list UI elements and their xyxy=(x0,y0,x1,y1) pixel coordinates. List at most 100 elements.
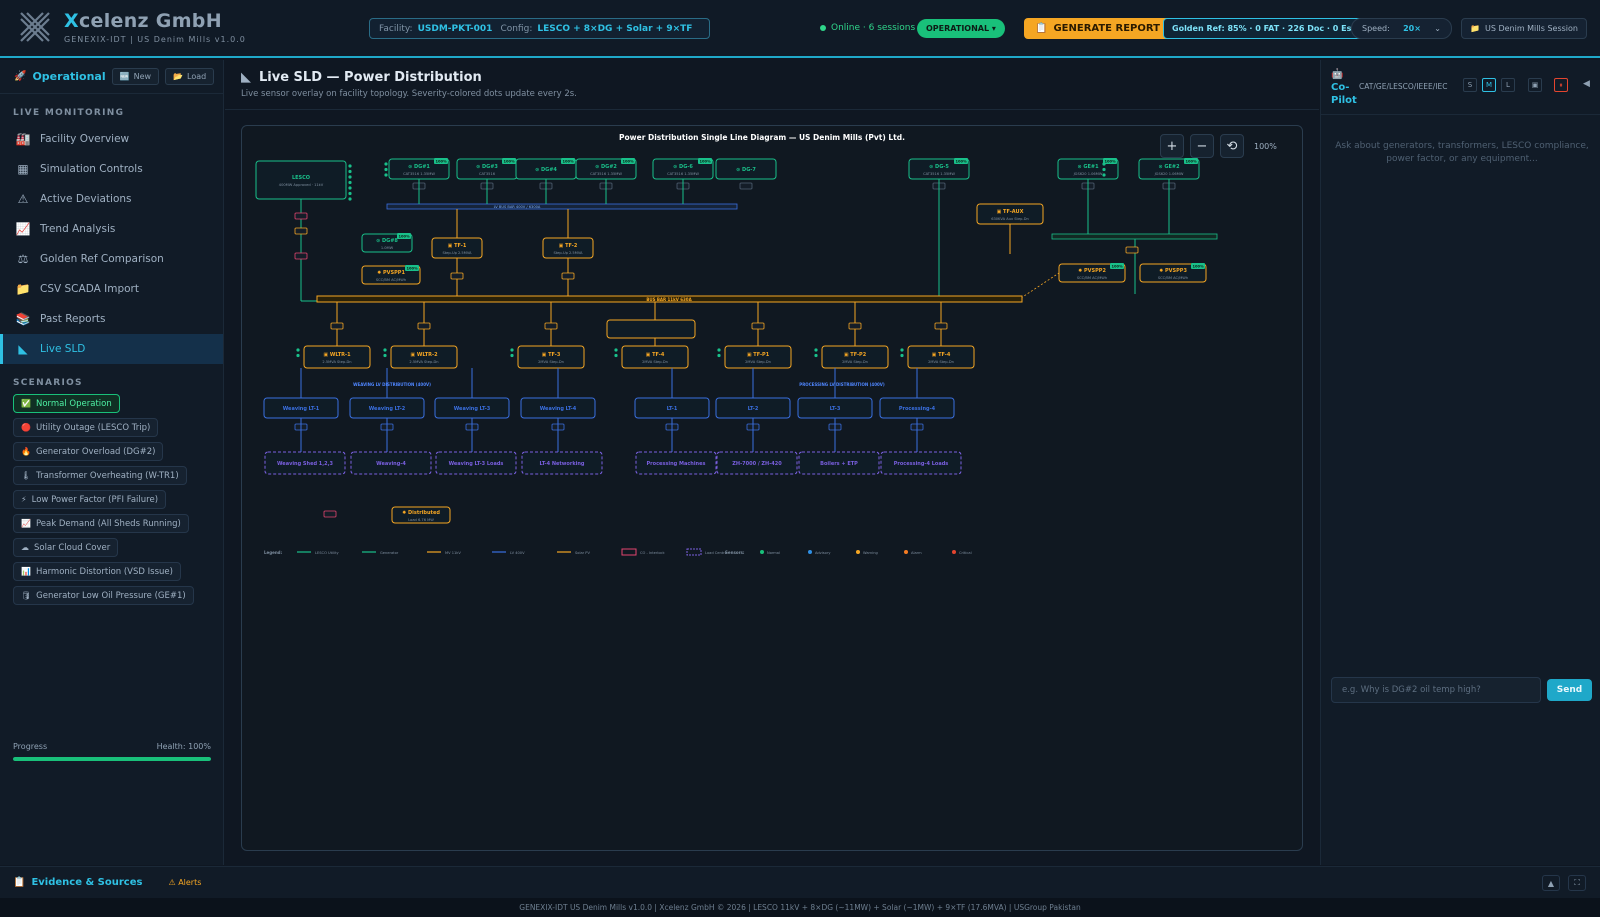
golden-ref-badge[interactable]: Golden Ref: 85% · 0 FAT · 226 Doc · 0 Es… xyxy=(1163,18,1365,39)
evidence-title[interactable]: Evidence & Sources xyxy=(31,877,142,888)
health-label: Health: 100% xyxy=(156,742,211,751)
legend-swatch-5 xyxy=(621,548,637,556)
tf-breaker-4 xyxy=(751,322,765,330)
expand-up-icon[interactable]: ▲ xyxy=(1542,875,1560,891)
xcelenz-logo xyxy=(20,12,50,42)
screen-icon[interactable]: ▣ xyxy=(1528,78,1542,92)
size-m-button[interactable]: M xyxy=(1482,78,1496,92)
tf-wltr-2-1-sub: 2.5MVA Step-Dn xyxy=(409,360,438,364)
gen-dg3-pct: 100% xyxy=(503,160,515,164)
lesco-breaker-1 xyxy=(294,212,308,220)
speed-select[interactable]: Speed: 20× ⌄ xyxy=(1351,18,1452,39)
sld-canvas[interactable]: Power Distribution Single Line Diagram —… xyxy=(241,125,1303,851)
gen-dg-5-sub: CAT3516 1.35MW xyxy=(923,172,955,176)
tf-wltr-1-0-sub: 2.5MVA Step-Dn xyxy=(322,360,351,364)
gen-dg1-label: ⊙ DG#1 xyxy=(408,164,430,170)
unit-pvspp1-sub: SCC/BM AC/MWh xyxy=(376,278,406,282)
send-button[interactable]: Send xyxy=(1547,679,1592,701)
scenario-label: Transformer Overheating (W-TR1) xyxy=(36,470,179,481)
scenario-normal-operation[interactable]: ✅ Normal Operation xyxy=(13,394,120,413)
weaving-dist-label: WEAVING LV DISTRIBUTION (400V) xyxy=(353,382,431,387)
gen-dg2-pct: 100% xyxy=(622,160,634,164)
scenario-utility-outage-lesco-trip[interactable]: 🔴 Utility Outage (LESCO Trip) xyxy=(13,418,159,437)
rocket-icon: 🚀 xyxy=(14,71,27,82)
lesco-breaker-2 xyxy=(294,227,308,235)
unit-pvspp3-sub: SCC/BM AC/MWh xyxy=(1158,276,1188,280)
session-button[interactable]: 📁 US Denim Mills Session xyxy=(1461,18,1587,39)
stop-icon[interactable]: ⏸ xyxy=(1554,78,1568,92)
collapse-icon[interactable]: ◀ xyxy=(1583,79,1590,89)
scenario-generator-low-oil-pressure-ge-1[interactable]: 🛢 Generator Low Oil Pressure (GE#1) xyxy=(13,586,194,605)
sidebar-item-csv-scada-import[interactable]: 📁 CSV SCADA Import xyxy=(0,274,223,304)
lt-panel-6-label: LT-3 xyxy=(830,406,841,412)
tf-wltr-1-0-label: ▣ WLTR-1 xyxy=(323,352,351,358)
legend-label: Legend: xyxy=(264,550,283,555)
single-line-diagram[interactable]: Power Distribution Single Line Diagram —… xyxy=(242,126,1303,851)
zoom-out-button[interactable]: − xyxy=(1190,134,1214,158)
operational-status-dropdown[interactable]: OPERATIONAL ▾ xyxy=(917,19,1005,38)
sensor-legend-dot-4 xyxy=(952,550,956,554)
gen-ge1-label: ⊙ GE#1 xyxy=(1077,164,1099,170)
facility-config-badge: Facility: USDM-PKT-001 Config: LESCO + 8×D… xyxy=(369,18,711,39)
sidebar-item-active-deviations[interactable]: ⚠ Active Deviations xyxy=(0,184,223,214)
size-s-button[interactable]: S xyxy=(1463,78,1477,92)
size-l-button[interactable]: L xyxy=(1501,78,1515,92)
copilot-header: 🤖 Co- Pilot CAT/GE/LESCO/IEEE/IEC S M L ▣… xyxy=(1321,60,1600,115)
load-button[interactable]: 📂 Load xyxy=(165,68,215,85)
distributed-box-sub: Load 6.76 MW xyxy=(408,518,434,522)
tf-tf-3-2-label: ▣ TF-3 xyxy=(542,352,561,358)
legend-item-1: Generator xyxy=(380,551,399,555)
scenario-harmonic-distortion-vsd-issue[interactable]: 📊 Harmonic Distortion (VSD Issue) xyxy=(13,562,181,581)
new-button[interactable]: 🆕 New xyxy=(111,68,160,85)
sensor-legend-dot-2 xyxy=(856,550,860,554)
copilot-tags: CAT/GE/LESCO/IEEE/IEC xyxy=(1359,82,1448,91)
scenario-solar-cloud-cover[interactable]: ☁ Solar Cloud Cover xyxy=(13,538,119,557)
dg1-sensor-dot xyxy=(384,162,388,166)
sidebar-item-simulation-controls[interactable]: ▦ Simulation Controls xyxy=(0,154,223,184)
gen-dg1-pct: 100% xyxy=(435,160,447,164)
zoom-in-button[interactable]: + xyxy=(1160,134,1184,158)
mv-coupler-box[interactable] xyxy=(606,319,696,339)
scenario-generator-overload-dg-2[interactable]: 🔥 Generator Overload (DG#2) xyxy=(13,442,164,461)
alerts-tab[interactable]: ⚠ Alerts xyxy=(168,878,201,887)
unit-tf-1-label: ▣ TF-1 xyxy=(448,243,467,249)
scenario-label: Low Power Factor (PFI Failure) xyxy=(31,494,159,505)
sld-title: Power Distribution Single Line Diagram —… xyxy=(619,133,905,142)
sidebar-item-live-sld[interactable]: ◣ Live SLD xyxy=(0,334,223,364)
dg1-sensor-dot xyxy=(384,167,388,172)
lt-panel-3-label: Weaving LT-4 xyxy=(540,406,577,412)
sidebar-item-facility-overview[interactable]: 🏭 Facility Overview xyxy=(0,124,223,154)
gen-dg-6-label: ⊙ DG-6 xyxy=(673,164,693,170)
scenario-low-power-factor-pfi-failure[interactable]: ⚡ Low Power Factor (PFI Failure) xyxy=(13,490,167,509)
load-centre-0-label: Weaving Shed 1,2,3 xyxy=(277,461,334,467)
unit-dg#8-pct: 100% xyxy=(398,235,410,239)
copilot-input[interactable]: e.g. Why is DG#2 oil temp high? xyxy=(1331,677,1541,703)
scenario-icon: 🌡 xyxy=(21,471,32,480)
reset-view-button[interactable]: ⟲ xyxy=(1220,134,1244,158)
scenario-transformer-overheating-w-tr1[interactable]: 🌡 Transformer Overheating (W-TR1) xyxy=(13,466,187,485)
generate-report-button[interactable]: 📋 GENERATE REPORT xyxy=(1024,18,1171,39)
ge-sensor-dot xyxy=(1102,167,1106,172)
unit-pvspp1-label: ✹ PVSPP1 xyxy=(377,270,405,276)
fullscreen-icon[interactable]: ⛶ xyxy=(1568,875,1586,891)
load-centre-4-label: Processing Machines xyxy=(647,461,706,467)
legend-item-3: LV 400V xyxy=(510,551,525,555)
sidebar-item-label: Facility Overview xyxy=(40,133,130,145)
unit-pvspp2-pct: 100% xyxy=(1111,265,1123,269)
sidebar-item-trend-analysis[interactable]: 📈 Trend Analysis xyxy=(0,214,223,244)
brand: Xcelenz GmbH GENEXIX-IDT | US Denim Mill… xyxy=(18,10,246,44)
gen-ge2-label: ⊙ GE#2 xyxy=(1158,164,1180,170)
scenario-peak-demand-all-sheds-running[interactable]: 📈 Peak Demand (All Sheds Running) xyxy=(13,514,189,533)
lesco-sensor-dot xyxy=(348,191,352,196)
sidebar-item-past-reports[interactable]: 📚 Past Reports xyxy=(0,304,223,334)
dg1-sensor-dot xyxy=(384,173,388,177)
ruler-icon: ◣ xyxy=(241,70,251,85)
unit-dg#8-sub: 1.0MW xyxy=(381,246,394,250)
sidebar-item-label: Golden Ref Comparison xyxy=(40,253,164,265)
gen-dg-5-pct: 100% xyxy=(955,160,967,164)
scenario-label: Generator Low Oil Pressure (GE#1) xyxy=(36,590,186,601)
sidebar-item-golden-ref-comparison[interactable]: ⚖ Golden Ref Comparison xyxy=(0,244,223,274)
main-header: ◣ Live SLD — Power Distribution Live sens… xyxy=(225,60,1319,110)
scenario-label: Normal Operation xyxy=(35,398,112,409)
new-icon: 🆕 xyxy=(119,72,130,81)
